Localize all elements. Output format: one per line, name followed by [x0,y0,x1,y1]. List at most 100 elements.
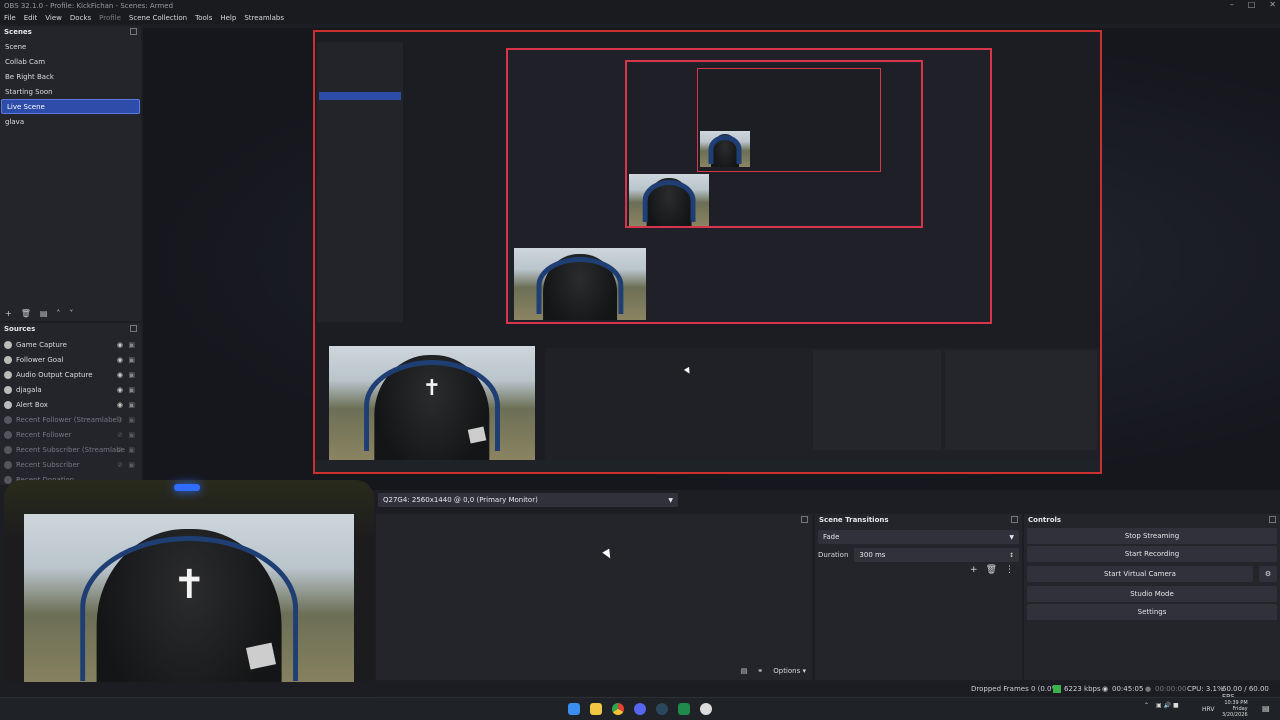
bitrate-signal-icon [1053,685,1061,693]
undock-icon[interactable] [130,325,137,332]
eye-icon[interactable]: ◉ [117,356,123,364]
move-up-icon[interactable]: ˄ [56,309,60,318]
scene-transitions-title: Scene Transitions [815,514,1022,526]
layout-icon[interactable]: ▤ [741,667,748,675]
scene-item[interactable]: Starting Soon [0,84,141,99]
source-item[interactable]: Follower Goal ◉ ▣ [0,352,141,367]
menu-docks[interactable]: Docks [70,14,91,22]
audio-icon [4,370,12,379]
trash-icon[interactable]: 🗑 [21,309,31,318]
source-item[interactable]: Recent Subscriber (Streamlabe ⊘ ▣ [0,442,141,457]
display-source-select[interactable]: Q27G4: 2560x1440 @ 0,0 (Primary Monitor)… [378,493,678,507]
text-source-icon [4,460,12,469]
nested-taskbar [315,460,1100,472]
source-item[interactable]: Recent Subscriber ⊘ ▣ [0,457,141,472]
discord-icon[interactable] [634,703,646,715]
eye-icon[interactable]: ◉ [117,386,123,394]
stop-streaming-button[interactable]: Stop Streaming [1027,528,1277,544]
webcam-frame: ✝ [4,480,374,714]
spin-arrows-icon[interactable]: ↕ [1009,552,1014,559]
text-source-icon [4,430,12,439]
lock-icon[interactable]: ▣ [128,401,135,409]
start-recording-button[interactable]: Start Recording [1027,546,1277,562]
eye-icon[interactable]: ◉ [117,371,123,379]
menu-view[interactable]: View [45,14,62,22]
link-icon[interactable]: ⚭ [757,667,763,675]
undock-icon[interactable] [801,516,808,523]
eye-hidden-icon[interactable]: ⊘ [117,461,123,469]
scenes-toolbar: + 🗑 ▤ ˄ ˅ [0,307,73,319]
obs-icon[interactable] [700,703,712,715]
windows-start-icon[interactable] [568,703,580,715]
tray-icons[interactable]: ▣ 🔊 ■ [1156,702,1179,709]
eye-hidden-icon[interactable]: ⊘ [117,416,123,424]
lock-icon[interactable]: ▣ [128,431,135,439]
nested-controls-row [545,348,1100,460]
menu-scene-collection[interactable]: Scene Collection [129,14,187,22]
more-options-icon[interactable]: ⋮ [1005,565,1014,575]
eye-hidden-icon[interactable]: ⊘ [117,446,123,454]
source-item[interactable]: Audio Output Capture ◉ ▣ [0,367,141,382]
menu-tools[interactable]: Tools [195,14,212,22]
duration-spinbox[interactable]: 300 ms ↕ [854,548,1019,562]
app-icon[interactable] [678,703,690,715]
chrome-icon[interactable] [612,703,624,715]
webcam-feed: ✝ [24,514,354,696]
tray-overflow-icon[interactable]: ⌃ [1144,702,1149,709]
file-explorer-icon[interactable] [590,703,602,715]
scene-item[interactable]: Scene [0,39,141,54]
trash-icon[interactable]: 🗑 [986,565,997,575]
menu-edit[interactable]: Edit [24,14,38,22]
transition-select[interactable]: Fade ▼ [818,530,1019,544]
eye-icon[interactable]: ◉ [117,401,123,409]
clock[interactable]: 10:39 PM Friday 3/20/2026 [1222,700,1248,718]
steam-icon[interactable] [656,703,668,715]
lock-icon[interactable]: ▣ [128,416,135,424]
undock-icon[interactable] [130,28,137,35]
scenes-dock-title: Scenes [0,26,141,38]
dropped-frames: Dropped Frames 0 (0.0%) [971,685,1061,693]
language-indicator[interactable]: HRV [1202,706,1214,713]
scene-item[interactable]: Be Right Back [0,69,141,84]
mixer-options-button[interactable]: Options ▾ [773,667,806,675]
lock-icon[interactable]: ▣ [128,386,135,394]
source-item[interactable]: Recent Follower ⊘ ▣ [0,427,141,442]
status-bar: Dropped Frames 0 (0.0%) 6223 kbps ◉ 00:4… [0,682,1280,701]
menu-profile[interactable]: Profile [99,14,121,22]
add-icon[interactable]: + [970,565,978,575]
undock-icon[interactable] [1269,516,1276,523]
studio-mode-button[interactable]: Studio Mode [1027,586,1277,602]
eye-icon[interactable]: ◉ [117,341,123,349]
source-item[interactable]: djagala ◉ ▣ [0,382,141,397]
add-icon[interactable]: + [5,309,12,318]
source-item[interactable]: Game Capture ◉ ▣ [0,337,141,352]
nested-webcam [514,248,646,320]
settings-button[interactable]: Settings [1027,604,1277,620]
virtual-camera-settings-button[interactable]: ⚙ [1259,566,1277,582]
eye-hidden-icon[interactable]: ⊘ [117,431,123,439]
cpu-usage: CPU: 3.1% [1187,685,1224,693]
lock-icon[interactable]: ▣ [128,446,135,454]
filter-icon[interactable]: ▤ [40,309,48,318]
scene-item-selected[interactable]: Live Scene [1,99,140,114]
close-icon[interactable]: ✕ [1269,0,1276,9]
lock-icon[interactable]: ▣ [128,371,135,379]
scenes-list: Scene Collab Cam Be Right Back Starting … [0,38,141,129]
move-down-icon[interactable]: ˅ [69,309,73,318]
menu-file[interactable]: File [4,14,16,22]
lock-icon[interactable]: ▣ [128,341,135,349]
scene-item[interactable]: Collab Cam [0,54,141,69]
lock-icon[interactable]: ▣ [128,356,135,364]
menu-help[interactable]: Help [220,14,236,22]
source-item[interactable]: Recent Follower (Streamlabel) ⊘ ▣ [0,412,141,427]
lock-icon[interactable]: ▣ [128,461,135,469]
notification-icon[interactable]: ▤ [1262,704,1270,713]
maximize-icon[interactable]: □ [1248,0,1256,9]
scene-item[interactable]: glava [0,114,141,129]
preview-canvas[interactable]: ✝ [313,30,1102,474]
undock-icon[interactable] [1011,516,1018,523]
minimize-icon[interactable]: – [1230,0,1234,9]
source-item[interactable]: Alert Box ◉ ▣ [0,397,141,412]
menu-streamlabs[interactable]: Streamlabs [244,14,284,22]
start-virtual-camera-button[interactable]: Start Virtual Camera [1027,566,1253,582]
